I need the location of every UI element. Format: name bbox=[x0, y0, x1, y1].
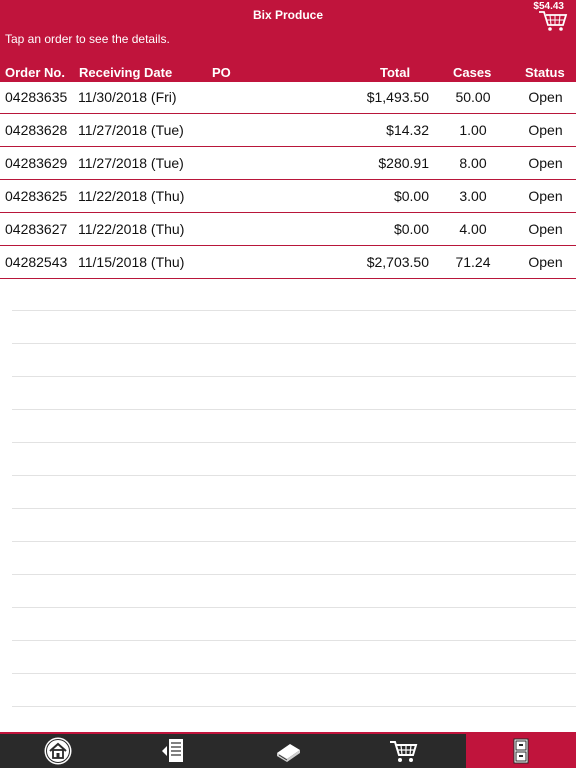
column-header-order-no[interactable]: Order No. bbox=[5, 65, 65, 80]
tab-orders[interactable] bbox=[466, 734, 576, 768]
column-header-status[interactable]: Status bbox=[525, 65, 565, 80]
receiving-date: 11/15/2018 (Thu) bbox=[78, 254, 185, 270]
order-total: $2,703.50 bbox=[366, 254, 429, 270]
order-cases: 1.00 bbox=[459, 122, 487, 138]
tab-bar bbox=[0, 732, 576, 768]
order-number: 04283625 bbox=[5, 188, 68, 204]
order-status: Open bbox=[528, 89, 563, 105]
order-row[interactable]: 04283629 11/27/2018 (Tue) $280.91 8.00 O… bbox=[0, 147, 576, 180]
order-row[interactable]: 04283628 11/27/2018 (Tue) $14.32 1.00 Op… bbox=[0, 114, 576, 147]
clipboard-icon bbox=[161, 739, 183, 762]
orders-list: 04283635 11/30/2018 (Fri) $1,493.50 50.0… bbox=[0, 81, 576, 279]
receiving-date: 11/22/2018 (Thu) bbox=[78, 188, 185, 204]
order-row[interactable]: 04282543 11/15/2018 (Thu) $2,703.50 71.2… bbox=[0, 246, 576, 279]
order-cases: 4.00 bbox=[459, 221, 487, 237]
receiving-date: 11/27/2018 (Tue) bbox=[78, 122, 184, 138]
book-icon bbox=[276, 744, 300, 762]
cart-icon[interactable] bbox=[538, 10, 568, 32]
order-cases: 3.00 bbox=[459, 188, 487, 204]
order-number: 04283627 bbox=[5, 221, 68, 237]
tab-cart[interactable] bbox=[345, 734, 460, 768]
column-header-receiving-date[interactable]: Receiving Date bbox=[79, 65, 172, 80]
column-header-cases[interactable]: Cases bbox=[453, 65, 491, 80]
home-icon bbox=[44, 737, 71, 765]
tab-home[interactable] bbox=[0, 734, 115, 768]
order-row[interactable]: 04283627 11/22/2018 (Thu) $0.00 4.00 Ope… bbox=[0, 213, 576, 246]
order-total: $0.00 bbox=[393, 188, 429, 204]
order-number: 04283635 bbox=[5, 89, 68, 105]
order-cases: 50.00 bbox=[455, 89, 491, 105]
order-status: Open bbox=[528, 122, 563, 138]
order-row[interactable]: 04283635 11/30/2018 (Fri) $1,493.50 50.0… bbox=[0, 81, 576, 114]
receiving-date: 11/30/2018 (Fri) bbox=[78, 89, 177, 105]
order-total: $1,493.50 bbox=[366, 89, 429, 105]
instruction-text: Tap an order to see the details. bbox=[5, 32, 170, 46]
order-total: $0.00 bbox=[393, 221, 429, 237]
app-header: Bix Produce Tap an order to see the deta… bbox=[0, 0, 576, 82]
column-header-total[interactable]: Total bbox=[380, 65, 410, 80]
order-status: Open bbox=[528, 254, 563, 270]
page-title: Bix Produce bbox=[252, 8, 324, 22]
file-cabinet-icon bbox=[513, 738, 529, 764]
order-status: Open bbox=[528, 221, 563, 237]
order-status: Open bbox=[528, 188, 563, 204]
tab-catalog[interactable] bbox=[230, 734, 345, 768]
empty-list-area bbox=[12, 278, 576, 728]
cart-icon bbox=[389, 741, 417, 762]
column-header-po[interactable]: PO bbox=[212, 65, 231, 80]
order-number: 04283629 bbox=[5, 155, 68, 171]
order-total: $14.32 bbox=[386, 122, 429, 138]
order-cases: 71.24 bbox=[455, 254, 491, 270]
order-row[interactable]: 04283625 11/22/2018 (Thu) $0.00 3.00 Ope… bbox=[0, 180, 576, 213]
order-cases: 8.00 bbox=[459, 155, 487, 171]
order-number: 04283628 bbox=[5, 122, 68, 138]
order-total: $280.91 bbox=[378, 155, 429, 171]
receiving-date: 11/22/2018 (Thu) bbox=[78, 221, 185, 237]
order-status: Open bbox=[528, 155, 563, 171]
order-number: 04282543 bbox=[5, 254, 68, 270]
tab-order-guide[interactable] bbox=[115, 734, 230, 768]
receiving-date: 11/27/2018 (Tue) bbox=[78, 155, 184, 171]
